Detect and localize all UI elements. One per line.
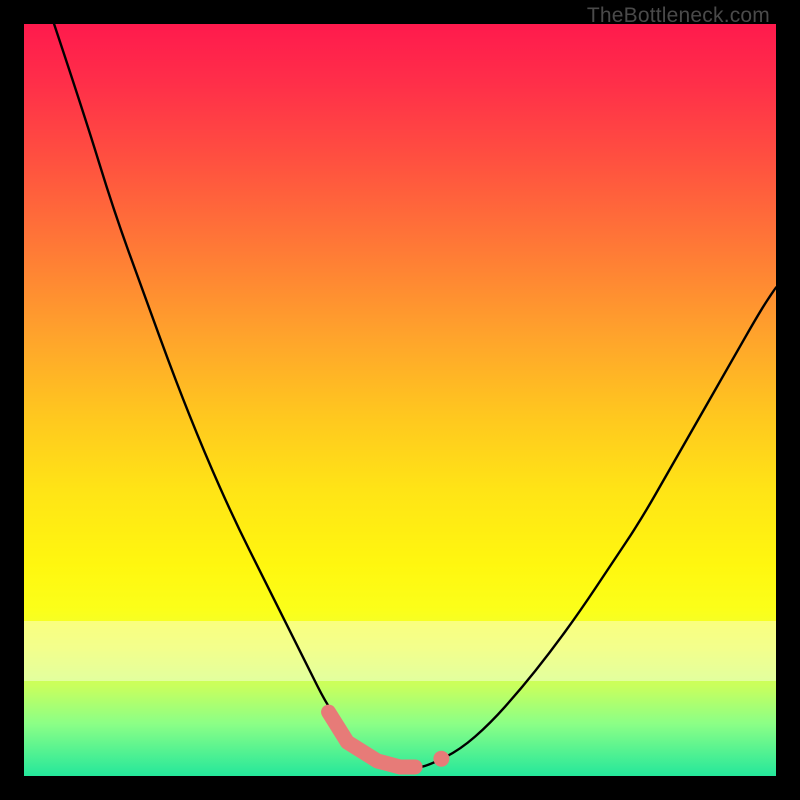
marker-dot: [433, 751, 449, 767]
plot-svg: [24, 24, 776, 776]
marker-segment: [329, 712, 415, 767]
bottleneck-curve: [54, 24, 776, 768]
